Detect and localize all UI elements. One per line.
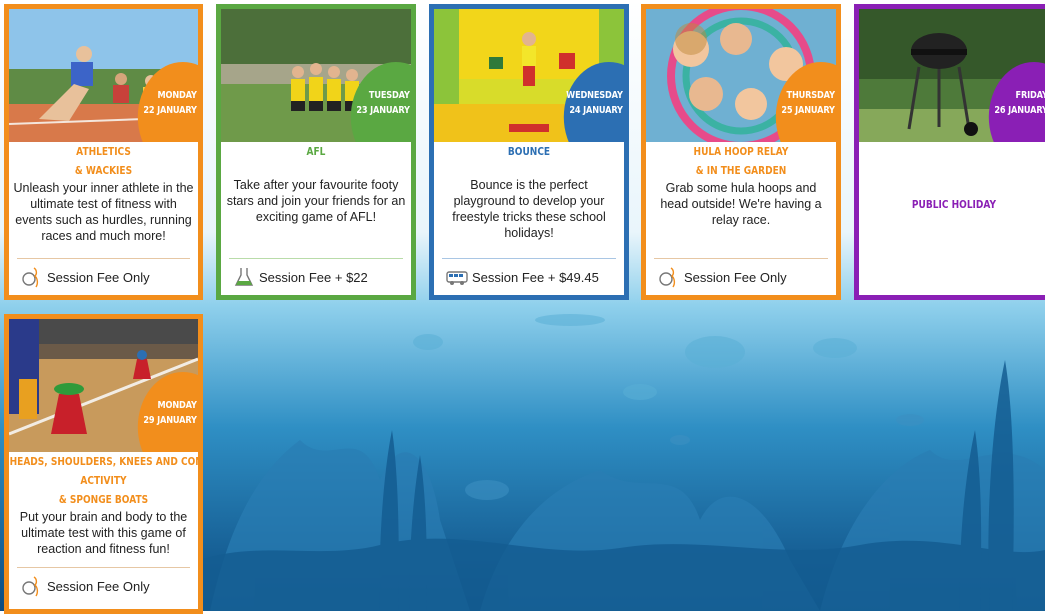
activity-card-heads-shoulders[interactable]: MONDAY 29 JANUARY HEADS, SHOULDERS, KNEE… [4, 314, 203, 614]
activity-description: Put your brain and body to the ultimate … [19, 510, 188, 556]
activity-title: ATHLETICS & WACKIES [26, 142, 181, 180]
session-fee: Session Fee + $22 [229, 258, 403, 295]
title-line: & WACKIES [74, 164, 133, 177]
activity-photo: THURSDAY 25 JANUARY [646, 9, 836, 142]
flask-icon [233, 266, 255, 288]
title-line: BOUNCE [507, 145, 551, 158]
session-fee: Session Fee + $49.45 [442, 258, 616, 295]
date-day: FRIDAY [1015, 90, 1045, 101]
date-text: 26 JANUARY [994, 105, 1045, 116]
date-text: 29 JANUARY [143, 415, 197, 426]
date-text: 23 JANUARY [356, 105, 410, 116]
fee-text: Session Fee Only [47, 269, 150, 285]
title-line: & SPONGE BOATS [58, 493, 149, 506]
activity-card-hula-hoop[interactable]: THURSDAY 25 JANUARY HULA HOOP RELAY & IN… [641, 4, 841, 300]
bus-icon [446, 266, 468, 288]
activity-description: Take after your favourite footy stars an… [226, 178, 406, 224]
date-text: 24 JANUARY [569, 105, 623, 116]
activity-card-bounce[interactable]: WEDNESDAY 24 JANUARY BOUNCE Bounce is th… [429, 4, 629, 300]
activity-card-athletics[interactable]: MONDAY 22 JANUARY ATHLETICS & WACKIES Un… [4, 4, 203, 300]
session-fee: Session Fee Only [654, 258, 828, 295]
activity-photo: MONDAY 22 JANUARY [9, 9, 198, 142]
title-line: ATHLETICS [76, 145, 131, 158]
activity-card-public-holiday[interactable]: FRIDAY 26 JANUARY PUBLIC HOLIDAY [854, 4, 1045, 300]
fee-text: Session Fee Only [47, 578, 150, 594]
activity-photo: WEDNESDAY 24 JANUARY [434, 9, 624, 142]
activity-description: Grab some hula hoops and head outside! W… [660, 181, 822, 227]
title-line: PUBLIC HOLIDAY [911, 198, 997, 211]
activity-title: AFL [238, 142, 394, 161]
date-text: 22 JANUARY [143, 105, 197, 116]
fee-text: Session Fee Only [684, 269, 787, 285]
date-day: THURSDAY [786, 90, 835, 101]
activity-title: BOUNCE [451, 142, 607, 161]
activity-photo: TUESDAY 23 JANUARY [221, 9, 411, 142]
title-line: HULA HOOP RELAY [693, 145, 789, 158]
title-line: AFL [306, 145, 326, 158]
date-day: WEDNESDAY [566, 90, 623, 101]
bowling-icon [21, 266, 43, 288]
date-day: TUESDAY [368, 90, 410, 101]
bowling-icon [21, 575, 43, 597]
activity-title: PUBLIC HOLIDAY [876, 195, 1032, 214]
fee-text: Session Fee + $22 [259, 269, 368, 285]
date-day: MONDAY [157, 90, 197, 101]
title-line: HEADS, SHOULDERS, KNEES AND CONE [9, 455, 203, 468]
activity-description: Bounce is the perfect playground to deve… [452, 178, 606, 240]
activity-card-afl[interactable]: TUESDAY 23 JANUARY AFL Take after your f… [216, 4, 416, 300]
title-line: ACTIVITY [80, 474, 127, 487]
activity-photo: MONDAY 29 JANUARY [9, 319, 198, 452]
activity-title: HEADS, SHOULDERS, KNEES AND CONE ACTIVIT… [10, 452, 198, 509]
activity-photo: FRIDAY 26 JANUARY [859, 9, 1045, 142]
session-fee: Session Fee Only [17, 258, 190, 295]
title-line: & IN THE GARDEN [695, 164, 787, 177]
bowling-icon [658, 266, 680, 288]
activity-description: Unleash your inner athlete in the ultima… [13, 181, 194, 243]
session-fee: Session Fee Only [17, 567, 190, 604]
activity-title: HULA HOOP RELAY & IN THE GARDEN [663, 142, 819, 180]
date-day: MONDAY [157, 400, 197, 411]
fee-text: Session Fee + $49.45 [472, 269, 599, 285]
date-text: 25 JANUARY [781, 105, 835, 116]
